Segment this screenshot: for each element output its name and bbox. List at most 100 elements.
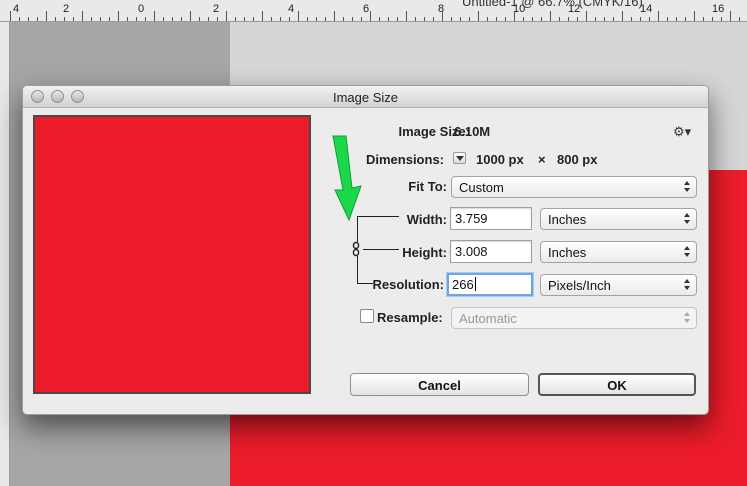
ruler-tick <box>127 17 128 21</box>
width-input[interactable]: 3.759 <box>450 207 532 230</box>
width-unit-select[interactable]: Inches <box>540 208 697 230</box>
image-preview[interactable] <box>33 115 311 394</box>
ruler-tick <box>316 17 317 21</box>
ruler-tick <box>217 17 218 21</box>
ruler-tick <box>523 17 524 21</box>
fit-to-select[interactable]: Custom <box>451 176 697 198</box>
height-value: 3.008 <box>455 244 488 259</box>
resample-method-select[interactable]: Automatic <box>451 307 697 329</box>
resolution-input[interactable]: 266 <box>447 273 533 296</box>
ruler-tick <box>649 17 650 21</box>
ruler-tick <box>613 17 614 21</box>
ruler-tick <box>730 11 731 21</box>
ruler-tick <box>181 17 182 21</box>
ruler-tick <box>100 17 101 21</box>
ruler-tick <box>82 11 83 21</box>
ruler-tick <box>739 17 740 21</box>
ruler-number: 2 <box>63 3 70 15</box>
ruler-tick <box>262 11 263 21</box>
ruler-tick <box>496 17 497 21</box>
ruler-tick <box>415 17 416 21</box>
fit-to-value: Custom <box>459 180 504 195</box>
ruler-tick <box>703 17 704 21</box>
ruler-tick <box>631 17 632 21</box>
ruler-tick <box>334 11 335 21</box>
ruler-tick <box>460 17 461 21</box>
ruler-tick <box>604 17 605 21</box>
height-label: Height: <box>402 245 447 260</box>
dimensions-times: × <box>538 152 546 167</box>
dialog-titlebar: Image Size <box>23 86 708 108</box>
ruler-tick <box>514 11 515 21</box>
ruler-tick <box>442 11 443 21</box>
ruler-tick <box>55 17 56 21</box>
ruler-tick <box>208 17 209 21</box>
ruler-tick <box>622 11 623 21</box>
ruler-tick <box>226 11 227 21</box>
popup-arrows-icon <box>683 278 691 292</box>
ruler-tick <box>199 17 200 21</box>
ruler-tick <box>433 17 434 21</box>
cancel-button[interactable]: Cancel <box>350 373 529 396</box>
ruler-tick <box>721 17 722 21</box>
resample-label: Resample: <box>377 310 443 325</box>
ruler-tick <box>28 17 29 21</box>
ruler-tick <box>145 17 146 21</box>
ruler-number: 0 <box>138 3 145 15</box>
ruler-number: 4 <box>288 3 295 15</box>
ruler-tick <box>172 17 173 21</box>
ruler-tick <box>244 17 245 21</box>
ruler-tick <box>667 17 668 21</box>
ruler-tick <box>10 11 11 21</box>
height-unit-select[interactable]: Inches <box>540 241 697 263</box>
ruler-tick <box>586 11 587 21</box>
ruler-tick <box>712 17 713 21</box>
ruler-tick <box>280 17 281 21</box>
ruler-tick <box>118 11 119 21</box>
ruler-number: 16 <box>712 3 725 15</box>
dimensions-dropdown-icon[interactable] <box>453 152 466 164</box>
constrain-bracket-height <box>363 249 399 250</box>
ruler-tick <box>451 17 452 21</box>
resolution-value: 266 <box>452 277 474 292</box>
resample-checkbox[interactable] <box>360 309 374 323</box>
dimensions-height: 800 px <box>557 152 598 167</box>
popup-arrows-icon <box>683 212 691 226</box>
document-title: Untitled-1 @ 66.7% (CMYK/16) <box>462 0 643 9</box>
height-unit-value: Inches <box>548 245 587 260</box>
ruler-tick <box>658 11 659 21</box>
ruler-tick <box>289 17 290 21</box>
left-ruler <box>0 22 10 486</box>
ok-button[interactable]: OK <box>538 373 696 396</box>
resample-method-value: Automatic <box>459 311 517 326</box>
image-size-value: 6.10M <box>454 124 491 139</box>
fit-to-label: Fit To: <box>408 179 447 194</box>
height-input[interactable]: 3.008 <box>450 240 532 263</box>
image-size-dialog: Image Size Image Size: 6.10M ⚙▾ Dimensio… <box>22 85 709 415</box>
ruler-tick <box>73 17 74 21</box>
ruler-tick <box>595 17 596 21</box>
ruler-tick <box>19 17 20 21</box>
ruler-tick <box>379 17 380 21</box>
ruler-tick <box>397 17 398 21</box>
ruler-tick <box>370 11 371 21</box>
ruler-tick <box>640 17 641 21</box>
resolution-unit-select[interactable]: Pixels/Inch <box>540 274 697 296</box>
ruler-number: 2 <box>213 3 220 15</box>
ruler-number: 12 <box>568 3 581 15</box>
width-value: 3.759 <box>455 211 488 226</box>
ruler-tick <box>163 17 164 21</box>
ruler-number: 6 <box>363 3 370 15</box>
resolution-label: Resolution: <box>372 277 445 292</box>
ruler-tick <box>91 17 92 21</box>
gear-icon[interactable]: ⚙▾ <box>673 124 691 140</box>
ruler-tick <box>532 17 533 21</box>
ruler-tick <box>64 17 65 21</box>
ruler-tick <box>469 17 470 21</box>
popup-arrows-icon <box>683 311 691 325</box>
dialog-title: Image Size <box>332 90 399 105</box>
chain-link-icon[interactable] <box>351 241 363 257</box>
popup-arrows-icon <box>683 245 691 259</box>
ruler-number: 4 <box>13 3 20 15</box>
ruler-tick <box>352 17 353 21</box>
